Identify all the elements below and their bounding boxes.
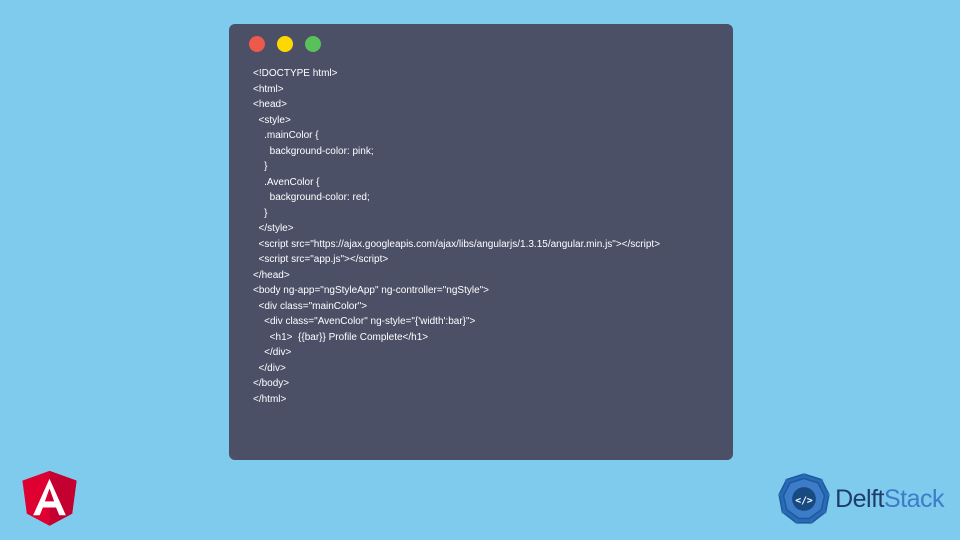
delftstack-seal-icon: </> — [777, 472, 831, 526]
code-editor-window: <!DOCTYPE html> <html> <head> <style> .m… — [229, 24, 733, 460]
minimize-icon[interactable] — [277, 36, 293, 52]
code-content: <!DOCTYPE html> <html> <head> <style> .m… — [247, 66, 715, 407]
delftstack-logo: </> DelftStack — [777, 472, 944, 526]
close-icon[interactable] — [249, 36, 265, 52]
window-controls — [247, 36, 715, 52]
angular-logo-icon — [19, 464, 80, 529]
delftstack-wordmark: DelftStack — [835, 485, 944, 514]
delft-text-second: Stack — [884, 485, 944, 513]
delft-text-first: Delft — [835, 485, 884, 513]
svg-text:</>: </> — [795, 495, 813, 506]
maximize-icon[interactable] — [305, 36, 321, 52]
